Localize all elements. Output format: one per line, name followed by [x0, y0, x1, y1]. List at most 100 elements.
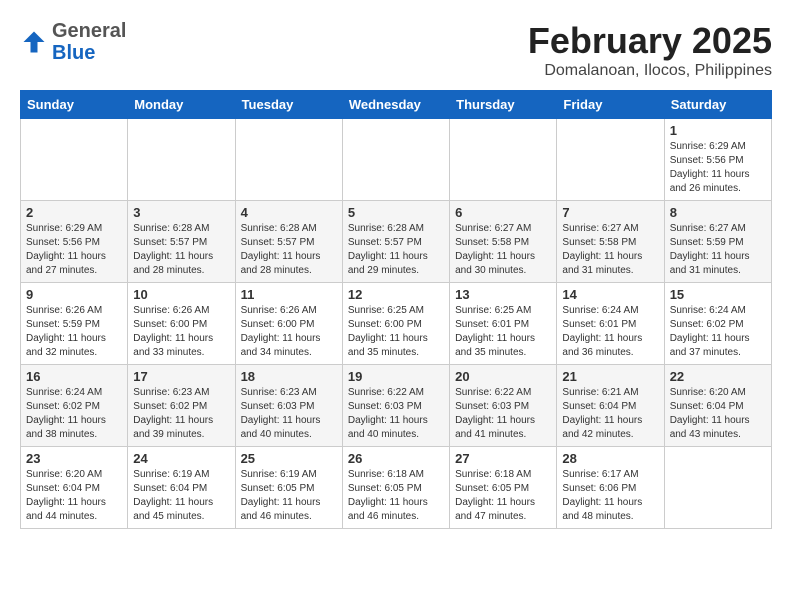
calendar-cell: 12 Sunrise: 6:25 AM Sunset: 6:00 PM Dayli…: [342, 283, 449, 365]
weekday-header: Tuesday: [235, 91, 342, 119]
subtitle: Domalanoan, Ilocos, Philippines: [528, 62, 772, 80]
calendar-cell: 22 Sunrise: 6:20 AM Sunset: 6:04 PM Dayli…: [664, 365, 771, 447]
calendar-cell: 28 Sunrise: 6:17 AM Sunset: 6:06 PM Dayli…: [557, 447, 664, 529]
day-info: Sunrise: 6:26 AM Sunset: 6:00 PM Dayligh…: [133, 304, 229, 360]
calendar-cell: 16 Sunrise: 6:24 AM Sunset: 6:02 PM Dayli…: [21, 365, 128, 447]
header: General Blue February 2025 Domalanoan, I…: [20, 20, 772, 80]
day-number: 23: [26, 451, 122, 466]
weekday-header: Sunday: [21, 91, 128, 119]
day-number: 5: [348, 205, 444, 220]
calendar-cell: [557, 119, 664, 201]
day-number: 9: [26, 287, 122, 302]
day-number: 19: [348, 369, 444, 384]
calendar-cell: [128, 119, 235, 201]
title-area: February 2025 Domalanoan, Ilocos, Philip…: [528, 20, 772, 80]
calendar-cell: 15Sunrise: 6:24 AM Sunset: 6:02 PM Dayli…: [664, 283, 771, 365]
day-info: Sunrise: 6:18 AM Sunset: 6:05 PM Dayligh…: [348, 468, 444, 524]
day-number: 3: [133, 205, 229, 220]
day-number: 22: [670, 369, 766, 384]
calendar-cell: 19 Sunrise: 6:22 AM Sunset: 6:03 PM Dayli…: [342, 365, 449, 447]
calendar-cell: 7 Sunrise: 6:27 AM Sunset: 5:58 PM Daylig…: [557, 201, 664, 283]
weekday-header: Wednesday: [342, 91, 449, 119]
day-info: Sunrise: 6:24 AM Sunset: 6:02 PM Dayligh…: [670, 304, 766, 360]
day-info: Sunrise: 6:22 AM Sunset: 6:03 PM Dayligh…: [348, 386, 444, 442]
weekday-header: Saturday: [664, 91, 771, 119]
logo-general-text: General: [52, 20, 126, 42]
day-number: 25: [241, 451, 337, 466]
day-info: Sunrise: 6:25 AM Sunset: 6:00 PM Dayligh…: [348, 304, 444, 360]
day-number: 11: [241, 287, 337, 302]
calendar-cell: [664, 447, 771, 529]
calendar-cell: 23 Sunrise: 6:20 AM Sunset: 6:04 PM Dayli…: [21, 447, 128, 529]
day-number: 14: [562, 287, 658, 302]
calendar-cell: 17 Sunrise: 6:23 AM Sunset: 6:02 PM Dayli…: [128, 365, 235, 447]
day-info: Sunrise: 6:27 AM Sunset: 5:59 PM Dayligh…: [670, 222, 766, 278]
calendar-cell: 10 Sunrise: 6:26 AM Sunset: 6:00 PM Dayli…: [128, 283, 235, 365]
weekday-header-row: SundayMondayTuesdayWednesdayThursdayFrid…: [21, 91, 772, 119]
day-info: Sunrise: 6:28 AM Sunset: 5:57 PM Dayligh…: [133, 222, 229, 278]
day-number: 13: [455, 287, 551, 302]
day-info: Sunrise: 6:17 AM Sunset: 6:06 PM Dayligh…: [562, 468, 658, 524]
calendar-cell: 21Sunrise: 6:21 AM Sunset: 6:04 PM Dayli…: [557, 365, 664, 447]
calendar-cell: 26Sunrise: 6:18 AM Sunset: 6:05 PM Dayli…: [342, 447, 449, 529]
weekday-header: Friday: [557, 91, 664, 119]
logo: General Blue: [20, 20, 126, 64]
day-info: Sunrise: 6:28 AM Sunset: 5:57 PM Dayligh…: [241, 222, 337, 278]
day-info: Sunrise: 6:20 AM Sunset: 6:04 PM Dayligh…: [670, 386, 766, 442]
day-number: 12: [348, 287, 444, 302]
day-info: Sunrise: 6:23 AM Sunset: 6:03 PM Dayligh…: [241, 386, 337, 442]
day-number: 16: [26, 369, 122, 384]
day-number: 18: [241, 369, 337, 384]
calendar-cell: 1 Sunrise: 6:29 AM Sunset: 5:56 PM Daylig…: [664, 119, 771, 201]
logo-blue-text: Blue: [52, 42, 95, 64]
day-info: Sunrise: 6:20 AM Sunset: 6:04 PM Dayligh…: [26, 468, 122, 524]
calendar-cell: 2 Sunrise: 6:29 AM Sunset: 5:56 PM Daylig…: [21, 201, 128, 283]
day-number: 21: [562, 369, 658, 384]
calendar-cell: [342, 119, 449, 201]
weekday-header: Thursday: [450, 91, 557, 119]
day-number: 8: [670, 205, 766, 220]
calendar-cell: 14 Sunrise: 6:24 AM Sunset: 6:01 PM Dayli…: [557, 283, 664, 365]
calendar-cell: 5Sunrise: 6:28 AM Sunset: 5:57 PM Daylig…: [342, 201, 449, 283]
day-info: Sunrise: 6:29 AM Sunset: 5:56 PM Dayligh…: [670, 140, 766, 196]
calendar-week-row: 1 Sunrise: 6:29 AM Sunset: 5:56 PM Daylig…: [21, 119, 772, 201]
day-info: Sunrise: 6:24 AM Sunset: 6:01 PM Dayligh…: [562, 304, 658, 360]
day-info: Sunrise: 6:26 AM Sunset: 5:59 PM Dayligh…: [26, 304, 122, 360]
day-info: Sunrise: 6:27 AM Sunset: 5:58 PM Dayligh…: [562, 222, 658, 278]
calendar-week-row: 23 Sunrise: 6:20 AM Sunset: 6:04 PM Dayli…: [21, 447, 772, 529]
calendar-cell: 9 Sunrise: 6:26 AM Sunset: 5:59 PM Daylig…: [21, 283, 128, 365]
day-number: 1: [670, 123, 766, 138]
calendar-cell: 27 Sunrise: 6:18 AM Sunset: 6:05 PM Dayli…: [450, 447, 557, 529]
day-number: 20: [455, 369, 551, 384]
calendar-cell: 4 Sunrise: 6:28 AM Sunset: 5:57 PM Daylig…: [235, 201, 342, 283]
calendar-cell: 6Sunrise: 6:27 AM Sunset: 5:58 PM Daylig…: [450, 201, 557, 283]
day-info: Sunrise: 6:24 AM Sunset: 6:02 PM Dayligh…: [26, 386, 122, 442]
day-info: Sunrise: 6:29 AM Sunset: 5:56 PM Dayligh…: [26, 222, 122, 278]
day-number: 7: [562, 205, 658, 220]
day-number: 4: [241, 205, 337, 220]
day-number: 10: [133, 287, 229, 302]
main-title: February 2025: [528, 20, 772, 62]
calendar-cell: 18 Sunrise: 6:23 AM Sunset: 6:03 PM Dayli…: [235, 365, 342, 447]
day-info: Sunrise: 6:26 AM Sunset: 6:00 PM Dayligh…: [241, 304, 337, 360]
day-number: 2: [26, 205, 122, 220]
day-info: Sunrise: 6:27 AM Sunset: 5:58 PM Dayligh…: [455, 222, 551, 278]
calendar-week-row: 2 Sunrise: 6:29 AM Sunset: 5:56 PM Daylig…: [21, 201, 772, 283]
calendar-cell: 13Sunrise: 6:25 AM Sunset: 6:01 PM Dayli…: [450, 283, 557, 365]
day-number: 28: [562, 451, 658, 466]
day-info: Sunrise: 6:19 AM Sunset: 6:04 PM Dayligh…: [133, 468, 229, 524]
calendar-cell: 8 Sunrise: 6:27 AM Sunset: 5:59 PM Daylig…: [664, 201, 771, 283]
calendar-cell: [235, 119, 342, 201]
day-info: Sunrise: 6:23 AM Sunset: 6:02 PM Dayligh…: [133, 386, 229, 442]
calendar-cell: [21, 119, 128, 201]
calendar-cell: 25Sunrise: 6:19 AM Sunset: 6:05 PM Dayli…: [235, 447, 342, 529]
calendar-table: SundayMondayTuesdayWednesdayThursdayFrid…: [20, 90, 772, 529]
calendar-cell: [450, 119, 557, 201]
calendar-cell: 24Sunrise: 6:19 AM Sunset: 6:04 PM Dayli…: [128, 447, 235, 529]
logo-text: General Blue: [52, 20, 126, 64]
day-info: Sunrise: 6:22 AM Sunset: 6:03 PM Dayligh…: [455, 386, 551, 442]
day-info: Sunrise: 6:18 AM Sunset: 6:05 PM Dayligh…: [455, 468, 551, 524]
day-number: 27: [455, 451, 551, 466]
day-number: 17: [133, 369, 229, 384]
weekday-header: Monday: [128, 91, 235, 119]
